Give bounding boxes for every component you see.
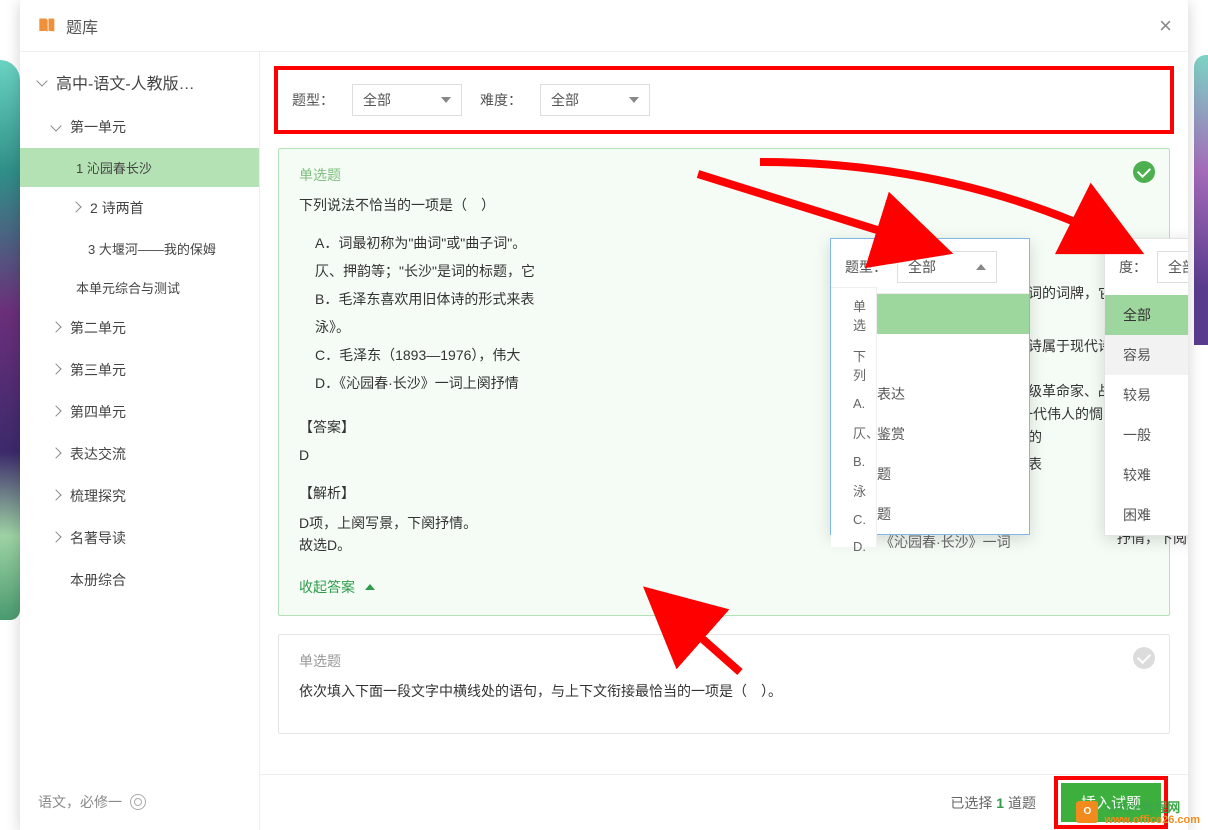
type-dropdown-popover: 题型： 全部 全部 默写 语言表达 诗歌鉴赏 解答题 单选题 单选 下列 [830, 238, 1030, 535]
diff-option-all[interactable]: 全部 [1105, 295, 1188, 335]
explain-line2: 故选D。 [299, 535, 1149, 555]
book-icon [36, 16, 56, 36]
sidebar-item-dayanhe[interactable]: 3 大堰河——我的保姆 [20, 229, 259, 268]
selected-count: 已选择 1 道题 [950, 793, 1036, 813]
sidebar-unit-explore[interactable]: 梳理探究 [20, 475, 259, 517]
popover-diff-select[interactable]: 全部 [1157, 251, 1188, 283]
question-type: 单选题 [299, 651, 1149, 671]
sidebar-unit-4[interactable]: 第四单元 [20, 391, 259, 433]
sidebar: 高中-语文-人教版… 第一单元 1 沁园春长沙 2 诗两首 3 大堰河——我的保… [20, 52, 260, 830]
chevron-right-icon [50, 447, 61, 458]
difficulty-dropdown-popover: 度： 全部 全部 容易 较易 一般 较难 困难 [1104, 238, 1188, 536]
chevron-down-icon [441, 97, 451, 103]
sidebar-item-shiliangshou[interactable]: 2 诗两首 [20, 187, 259, 229]
sidebar-book[interactable]: 高中-语文-人教版… [20, 58, 259, 106]
chevron-right-icon [50, 531, 61, 542]
sidebar-unit-classics[interactable]: 名著导读 [20, 517, 259, 559]
diff-option-normal[interactable]: 一般 [1105, 415, 1188, 455]
chevron-right-icon [50, 405, 61, 416]
watermark-logo-icon: O [1076, 801, 1098, 823]
modal-header: 题库 × [20, 0, 1188, 52]
question-bank-modal: 题库 × 高中-语文-人教版… 第一单元 1 沁园春长沙 2 诗两首 3 大堰河… [20, 0, 1188, 830]
filter-diff-select[interactable]: 全部 [540, 84, 650, 116]
filter-type-label: 题型： [292, 90, 334, 110]
sidebar-item-unit1-test[interactable]: 本单元综合与测试 [20, 268, 259, 307]
sidebar-book-label: 高中-语文-人教版… [56, 70, 195, 94]
selected-check-icon[interactable] [1133, 161, 1155, 183]
diff-option-hard[interactable]: 困难 [1105, 495, 1188, 535]
diff-option-harder[interactable]: 较难 [1105, 455, 1188, 495]
sidebar-unit-1[interactable]: 第一单元 [20, 106, 259, 148]
question-card-2[interactable]: 单选题 依次填入下面一段文字中横线处的语句，与上下文衔接最恰当的一项是（ ）。 [278, 634, 1170, 734]
diff-option-easy[interactable]: 容易 [1105, 335, 1188, 375]
modal-title: 题库 [66, 14, 98, 38]
filter-bar: 题型： 全部 难度： 全部 [274, 66, 1174, 134]
sidebar-item-qinyuanchun[interactable]: 1 沁园春长沙 [20, 148, 259, 187]
chevron-right-icon [50, 489, 61, 500]
diff-option-easier[interactable]: 较易 [1105, 375, 1188, 415]
chevron-down-icon [36, 75, 47, 86]
question-stem: 依次填入下面一段文字中横线处的语句，与上下文衔接最恰当的一项是（ ）。 [299, 681, 1149, 701]
main-area: 题型： 全部 难度： 全部 单选题 下列说法不恰当的一项是（ ） A．词最初称为… [260, 52, 1188, 830]
sidebar-unit-bookall[interactable]: 本册综合 [20, 559, 259, 601]
filter-type-select[interactable]: 全部 [352, 84, 462, 116]
close-icon[interactable]: × [1159, 15, 1172, 37]
chevron-right-icon [50, 363, 61, 374]
popover-type-select[interactable]: 全部 [897, 251, 997, 283]
chevron-down-icon [629, 97, 639, 103]
chevron-right-icon [70, 201, 81, 212]
chevron-up-icon [976, 264, 986, 270]
chevron-right-icon [50, 321, 61, 332]
chevron-up-icon [365, 584, 375, 590]
question-stem: 下列说法不恰当的一项是（ ） [299, 195, 1149, 215]
sidebar-unit-express[interactable]: 表达交流 [20, 433, 259, 475]
filter-diff-label: 难度： [480, 90, 522, 110]
footer-bar: 已选择 1 道题 插入试题 [260, 774, 1188, 830]
sidebar-unit-3[interactable]: 第三单元 [20, 349, 259, 391]
chevron-down-icon [50, 120, 61, 131]
collapse-answer-button[interactable]: 收起答案 [299, 577, 1149, 597]
question-type: 单选题 [299, 165, 1149, 185]
sidebar-footer: 语文，必修一 [20, 774, 259, 830]
sidebar-footer-text: 语文，必修一 [38, 792, 122, 812]
watermark: O Office教程网 www.office26.com [1076, 797, 1200, 826]
gear-icon[interactable] [130, 794, 146, 810]
unselected-check-icon[interactable] [1133, 647, 1155, 669]
sidebar-unit-2[interactable]: 第二单元 [20, 307, 259, 349]
diff-option-list: 全部 容易 较易 一般 较难 困难 [1105, 295, 1188, 535]
